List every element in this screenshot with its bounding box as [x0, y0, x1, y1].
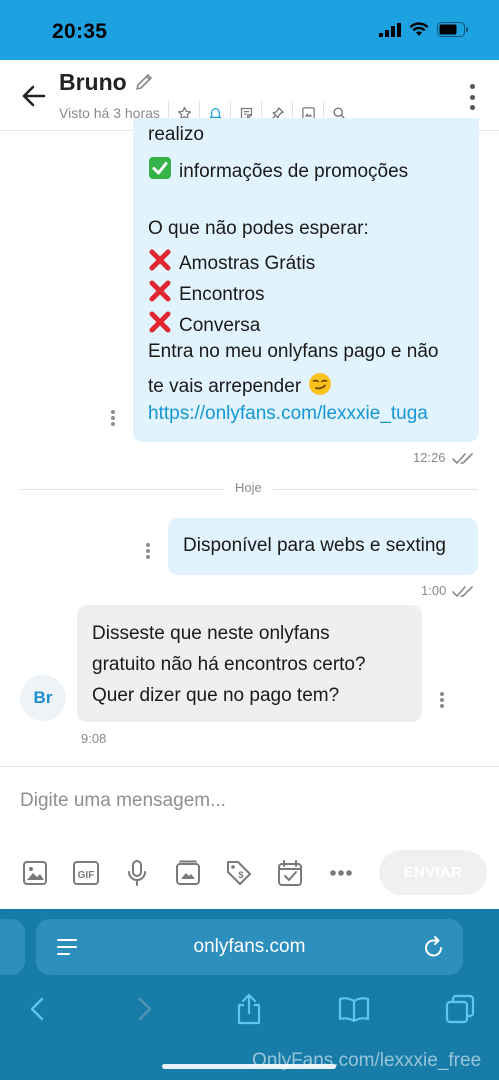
more-options-icon[interactable]	[467, 84, 477, 110]
message-line-text: Conversa	[179, 315, 261, 336]
message-line: gratuito não há encontros certo?	[92, 654, 366, 675]
tabs-icon[interactable]	[440, 989, 480, 1029]
more-tools-icon[interactable]	[324, 856, 357, 889]
microphone-icon[interactable]	[120, 856, 153, 889]
gif-icon[interactable]: GIF	[69, 856, 102, 889]
message-line: Disseste que neste onlyfans	[92, 623, 330, 644]
outgoing-message[interactable]: realizo informações de promoções O que n…	[133, 118, 479, 442]
composer-divider	[0, 766, 499, 767]
double-check-icon	[452, 453, 473, 464]
message-time: 1:00	[421, 583, 447, 598]
cross-mark-emoji-icon	[149, 280, 171, 302]
forward-nav-icon[interactable]	[125, 989, 165, 1029]
message-line: Encontros	[148, 279, 265, 306]
url-text: onlyfans.com	[193, 936, 306, 957]
message-line: Quer dizer que no pago tem?	[92, 685, 340, 706]
status-bar: 20:35	[0, 0, 499, 60]
incoming-message[interactable]: Disseste que neste onlyfans gratuito não…	[77, 605, 422, 722]
composer-tools: GIF $	[18, 856, 357, 889]
day-separator-label: Hoje	[224, 480, 273, 495]
message-line: O que não podes esperar:	[148, 218, 369, 239]
image-icon[interactable]	[18, 856, 51, 889]
message-options-icon[interactable]	[440, 692, 444, 708]
cross-mark-emoji-icon	[149, 249, 171, 271]
message-input[interactable]: Digite uma mensagem...	[20, 790, 226, 812]
calendar-check-icon[interactable]	[273, 856, 306, 889]
svg-text:$: $	[238, 870, 243, 880]
message-options-icon[interactable]	[111, 410, 115, 426]
pencil-icon[interactable]	[134, 72, 154, 92]
message-line: Amostras Grátis	[148, 248, 315, 275]
message-text: Disponível para webs e sexting	[183, 535, 446, 556]
message-line: Conversa	[148, 310, 260, 337]
outgoing-message[interactable]: Disponível para webs e sexting	[168, 518, 478, 575]
vault-icon[interactable]	[171, 856, 204, 889]
message-options-icon[interactable]	[146, 543, 150, 559]
message-line: Entra no meu onlyfans pago e não	[148, 341, 439, 362]
check-mark-emoji-icon	[149, 157, 171, 179]
status-time: 20:35	[52, 20, 108, 43]
message-line-text: Amostras Grátis	[179, 253, 316, 274]
onlyfans-link[interactable]: https://onlyfans.com/lexxxie_tuga	[148, 403, 428, 425]
price-tag-icon[interactable]: $	[222, 856, 255, 889]
double-check-icon	[452, 586, 473, 597]
back-arrow-icon[interactable]	[20, 82, 48, 110]
status-icons	[379, 22, 469, 37]
reload-icon[interactable]	[423, 935, 445, 959]
smirk-emoji-icon	[309, 373, 332, 395]
send-button[interactable]: ENVIAR	[379, 850, 487, 895]
address-bar[interactable]: onlyfans.com	[36, 919, 463, 975]
back-nav-icon[interactable]	[17, 989, 57, 1029]
message-line: realizo	[148, 124, 204, 145]
contact-name[interactable]: Bruno	[59, 69, 127, 96]
bookmarks-icon[interactable]	[334, 989, 374, 1029]
cross-mark-emoji-icon	[149, 311, 171, 333]
previous-tab[interactable]	[0, 919, 25, 975]
avatar[interactable]: Br	[20, 675, 66, 721]
share-icon[interactable]	[229, 989, 269, 1029]
message-line-text: Encontros	[179, 284, 265, 305]
battery-icon	[437, 22, 468, 37]
message-line-text: informações de promoções	[179, 161, 409, 182]
message-line: te vais arrepender	[148, 372, 332, 398]
message-line-text: te vais arrepender	[148, 376, 302, 397]
signal-icon	[379, 22, 401, 37]
wifi-icon	[409, 22, 429, 36]
svg-text:GIF: GIF	[77, 870, 94, 881]
watermark: OnlyFans.com/lexxxie_free	[252, 1050, 482, 1071]
message-line: informações de promoções	[148, 156, 408, 183]
message-time: 9:08	[81, 731, 107, 746]
message-time: 12:26	[413, 450, 446, 465]
